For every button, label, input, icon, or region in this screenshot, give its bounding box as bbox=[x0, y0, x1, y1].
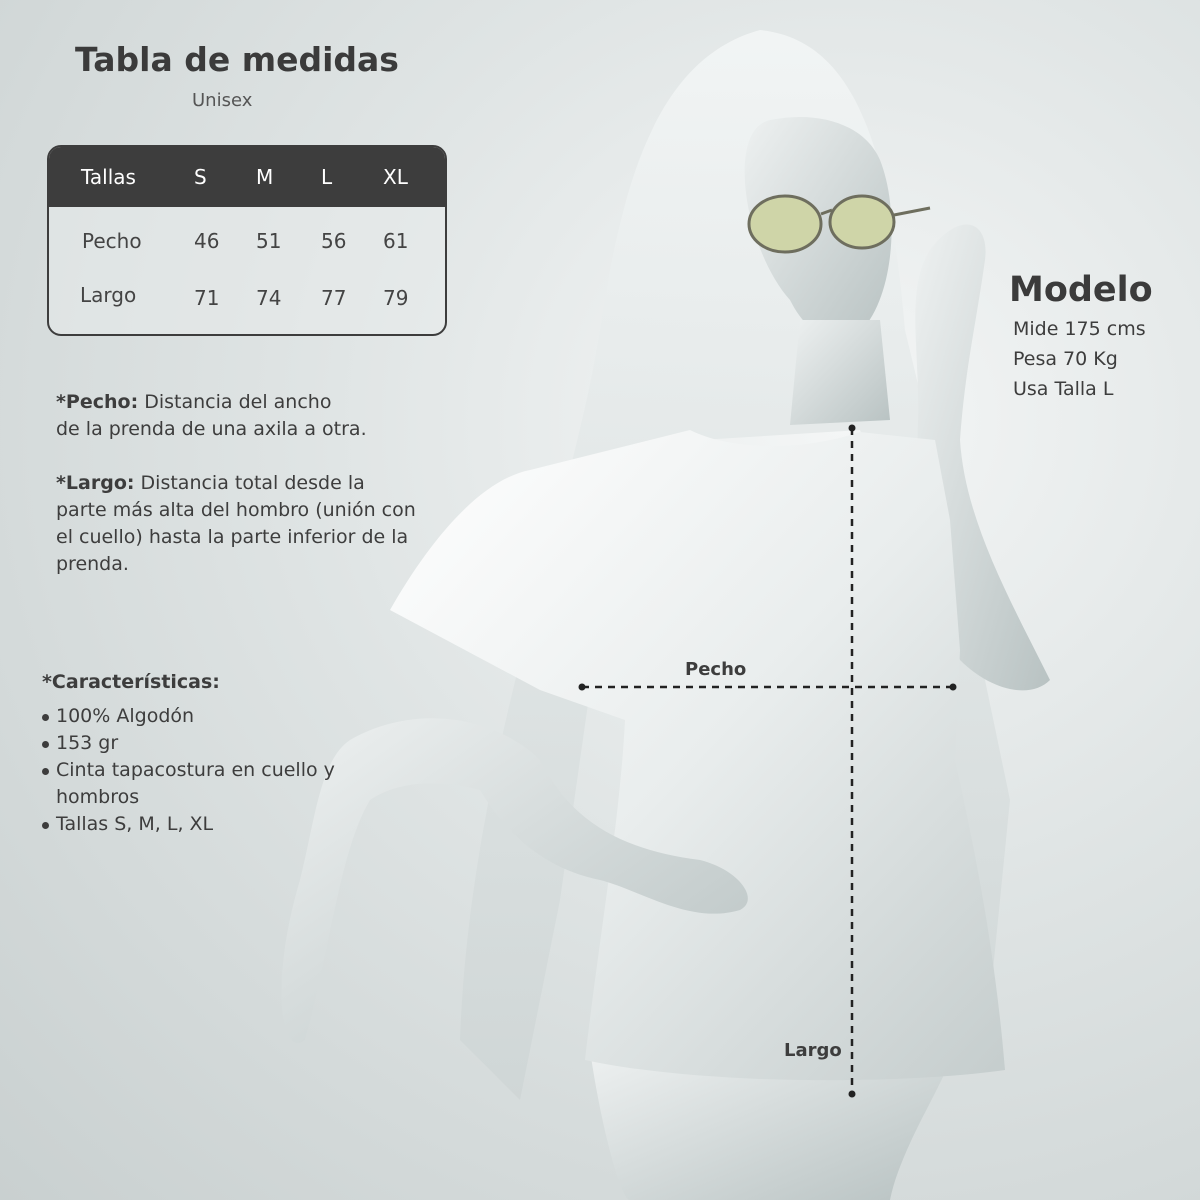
definition-text: el cuello) hasta la parte inferior de la bbox=[56, 526, 409, 548]
list-item: Tallas S, M, L, XL bbox=[38, 811, 368, 838]
definition-text: Distancia del ancho bbox=[138, 391, 332, 413]
model-height: Mide 175 cms bbox=[1013, 318, 1146, 340]
definition-largo: *Largo: Distancia total desde la parte m… bbox=[56, 470, 416, 578]
header-cell-xl: XL bbox=[383, 165, 408, 189]
row-label-largo: Largo bbox=[80, 283, 137, 307]
size-table-header: Tallas S M L XL bbox=[49, 147, 445, 207]
neck-shape bbox=[790, 320, 890, 425]
chest-measure-label: Pecho bbox=[685, 659, 747, 680]
list-item: Cinta tapacostura en cuello y hombros bbox=[38, 757, 368, 811]
header-cell-m: M bbox=[256, 165, 274, 189]
size-table: Tallas S M L XL Pecho 46 51 56 61 Largo … bbox=[47, 145, 447, 336]
row-label-pecho: Pecho bbox=[82, 229, 142, 253]
model-weight: Pesa 70 Kg bbox=[1013, 348, 1118, 370]
bullet-icon bbox=[42, 822, 49, 829]
features-title: *Características: bbox=[42, 671, 220, 693]
definition-text: Distancia total desde la bbox=[134, 472, 365, 494]
table-cell: 46 bbox=[194, 229, 220, 253]
definition-text: de la prenda de una axila a otra. bbox=[56, 418, 367, 440]
definition-text: parte más alta del hombro (unión con bbox=[56, 499, 416, 521]
bullet-icon bbox=[42, 714, 49, 721]
bullet-icon bbox=[42, 741, 49, 748]
header-cell-s: S bbox=[194, 165, 207, 189]
page-title: Tabla de medidas bbox=[75, 40, 399, 79]
table-cell: 77 bbox=[321, 286, 347, 310]
model-size: Usa Talla L bbox=[1013, 378, 1114, 400]
features-list: 100% Algodón 153 gr Cinta tapacostura en… bbox=[38, 703, 368, 838]
list-item: 153 gr bbox=[38, 730, 368, 757]
header-cell-l: L bbox=[321, 165, 333, 189]
bullet-icon bbox=[42, 768, 49, 775]
table-cell: 74 bbox=[256, 286, 282, 310]
list-item: 100% Algodón bbox=[38, 703, 368, 730]
length-measure-label: Largo bbox=[784, 1040, 842, 1061]
definition-term: *Largo: bbox=[56, 472, 135, 494]
table-cell: 61 bbox=[383, 229, 409, 253]
definition-pecho: *Pecho: Distancia del ancho de la prenda… bbox=[56, 389, 367, 443]
table-cell: 79 bbox=[383, 286, 409, 310]
table-cell: 71 bbox=[194, 286, 220, 310]
table-cell: 56 bbox=[321, 229, 347, 253]
definition-text: prenda. bbox=[56, 553, 129, 575]
header-cell-tallas: Tallas bbox=[81, 165, 136, 189]
table-cell: 51 bbox=[256, 229, 282, 253]
page-subtitle: Unisex bbox=[192, 90, 253, 111]
definition-term: *Pecho: bbox=[56, 391, 139, 413]
model-title: Modelo bbox=[1009, 270, 1153, 310]
